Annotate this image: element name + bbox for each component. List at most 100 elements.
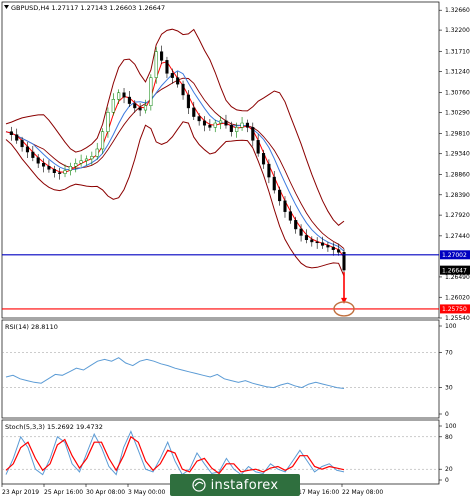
candle-body (31, 151, 35, 158)
title-group: GBPUSD,H4 1.27117 1.27143 1.26603 1.2664… (4, 4, 165, 12)
y-tick-label: 1.30760 (445, 89, 470, 96)
candle-body (337, 249, 341, 253)
candle-body (240, 122, 244, 128)
rsi-plot-frame (1, 319, 440, 419)
candle-body (288, 211, 292, 221)
y-tick-label: 1.27920 (445, 212, 470, 219)
candle-body (122, 92, 126, 98)
candle-body (219, 120, 223, 124)
candle-body (326, 245, 330, 248)
candle-body (20, 140, 24, 148)
candle-body (149, 77, 153, 106)
x-tick-label: 30 Apr 08:00 (86, 489, 125, 496)
stoch-label: Stoch(5,3,3) 15.2692 19.4732 (5, 423, 103, 431)
candle-body (58, 172, 62, 174)
candle-body (235, 127, 239, 132)
candle-body (154, 51, 158, 78)
candle-body (63, 170, 67, 174)
y-tick-label: 1.32660 (445, 7, 470, 14)
y-tick-label: 1.28860 (445, 171, 470, 178)
stoch-tick-label: 80 (445, 434, 453, 441)
candle-body (181, 83, 185, 96)
y-tick-label: 1.27440 (445, 233, 470, 240)
candle-body (272, 176, 276, 191)
x-tick-label: 25 Apr 16:00 (44, 489, 83, 496)
candle-body (299, 228, 303, 236)
candle-body (170, 73, 174, 78)
candle-body (101, 131, 105, 150)
y-tick-label: 1.31710 (445, 48, 470, 55)
y-tick-label: 1.32200 (445, 27, 470, 34)
candle-body (320, 242, 325, 246)
candle-body (95, 148, 99, 157)
rsi-tick-label: 30 (445, 385, 453, 392)
candle-body (197, 116, 201, 122)
candle-body (251, 127, 255, 141)
candle-body (106, 111, 110, 132)
y-tick-label: 1.31240 (445, 69, 470, 76)
candle-body (283, 200, 287, 212)
candle-body (84, 158, 89, 161)
candle-body (278, 189, 282, 202)
candle-body (25, 146, 30, 153)
y-tick-label: 1.29340 (445, 151, 470, 158)
candle-body (224, 120, 228, 126)
instaforex-logo-icon (192, 478, 206, 492)
stoch-tick-label: 0 (445, 477, 449, 484)
rsi-tick-label: 70 (445, 349, 453, 356)
candle-body (90, 156, 94, 160)
candle-body (208, 124, 212, 128)
stoch-tick-label: 100 (445, 423, 457, 430)
candle-body (267, 163, 271, 178)
candle-body (160, 51, 164, 61)
candle-body (117, 92, 121, 100)
chart-title: GBPUSD,H4 1.27117 1.27143 1.26603 1.2664… (11, 4, 165, 12)
rsi-tick-label: 100 (445, 323, 457, 330)
candle-body (111, 99, 115, 113)
candle-body (68, 166, 72, 171)
candle-body (331, 246, 335, 250)
x-tick-label: 17 May 16:00 (298, 489, 339, 496)
blue-price-tag: 1.27002 (440, 250, 470, 260)
x-tick-label: 23 Apr 2019 (2, 489, 39, 496)
y-axis: 1.32660 1.32200 1.31710 1.31240 1.30760 1.302… (439, 7, 470, 322)
candle-body (133, 103, 137, 109)
red-price-tag-text: 1.25750 (442, 306, 467, 313)
candle-body (74, 162, 78, 167)
y-tick-label: 1.30290 (445, 110, 470, 117)
y-tick-label: 1.25540 (445, 315, 470, 322)
y-tick-label: 1.26020 (445, 294, 470, 301)
candle-body (202, 120, 207, 126)
candle-body (9, 131, 13, 135)
y-tick-label: 1.29810 (445, 130, 470, 137)
x-tick-label: 3 May 00:00 (128, 489, 166, 496)
rsi-label-group: RSI(14) 28.8110 (5, 323, 58, 331)
candle-body (213, 122, 217, 128)
candle-body (42, 162, 46, 167)
chart-root: 1.270021.266471.25750 1.326601.322001.31… (1, 1, 470, 496)
stoch-tick-label: 20 (445, 466, 453, 473)
candle-body (229, 124, 233, 132)
candle-body (138, 107, 142, 111)
watermark-text: instaforex (210, 477, 279, 493)
rsi-tick-label: 0 (445, 411, 449, 418)
candle-body (15, 134, 19, 141)
watermark-banner: instaforex (170, 474, 300, 496)
candle-body (256, 140, 260, 154)
candle-body (245, 122, 249, 128)
stoch-label-group: Stoch(5,3,3) 15.2692 19.4732 (5, 423, 103, 431)
candle-body (165, 60, 169, 74)
blue-price-tag-text: 1.27002 (442, 252, 467, 259)
candle-body (52, 169, 56, 174)
candle-body (315, 241, 319, 244)
candle-body (192, 107, 196, 117)
candle-body (310, 239, 314, 243)
candle-body (304, 235, 308, 241)
candle-body (127, 96, 131, 104)
candle-body (186, 94, 190, 109)
candle-body (47, 166, 51, 170)
candle-body (143, 105, 148, 111)
candle-body (294, 220, 298, 230)
candle-body (176, 77, 180, 85)
candle-body (36, 157, 40, 164)
